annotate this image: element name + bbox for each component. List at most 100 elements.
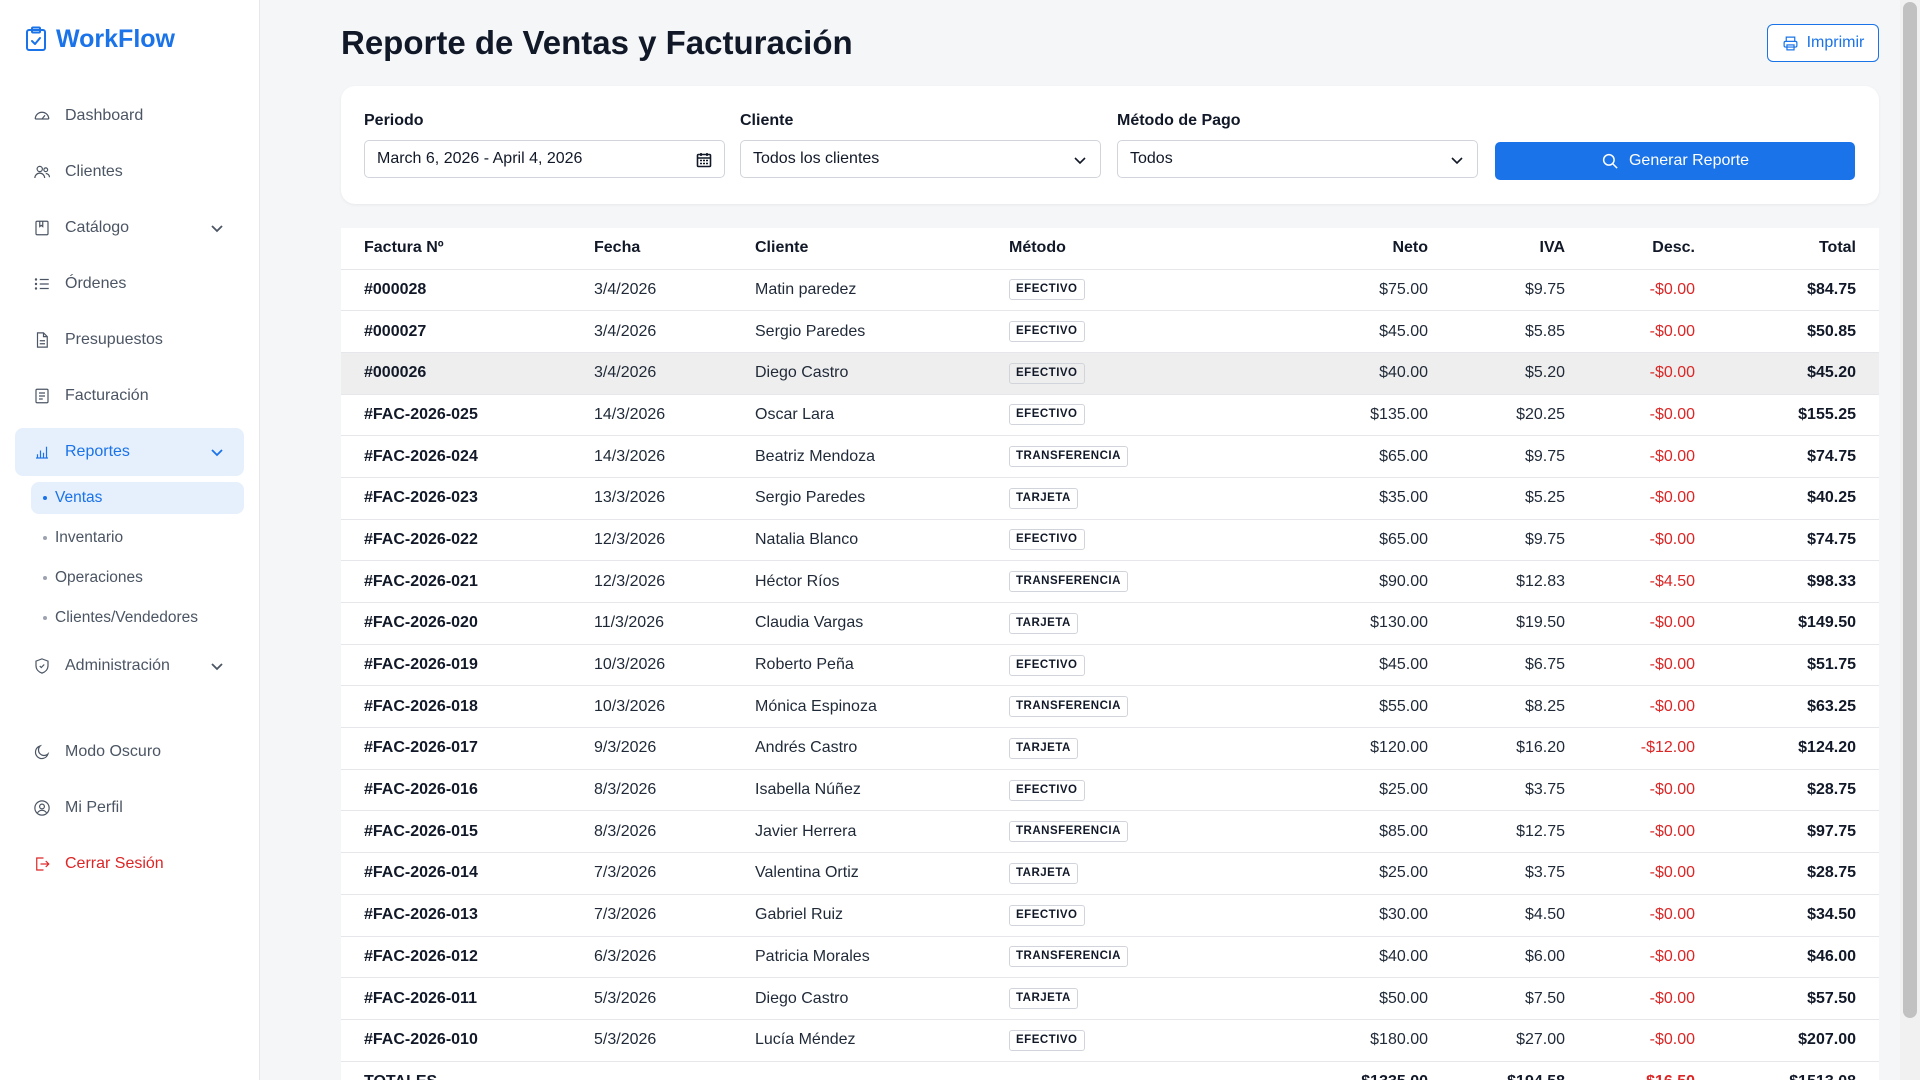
discount-amount: -$0.00 bbox=[1565, 894, 1695, 937]
client-select[interactable]: Todos los clientes bbox=[740, 140, 1101, 178]
payment-method-badge: TRANSFERENCIA bbox=[1009, 446, 1128, 468]
invoice-date: 7/3/2026 bbox=[594, 894, 755, 937]
calendar-icon[interactable] bbox=[696, 152, 712, 168]
total-amount: $57.50 bbox=[1695, 977, 1879, 1020]
table-row[interactable]: #FAC-2026-013 7/3/2026 Gabriel Ruiz EFECTIV… bbox=[341, 894, 1879, 937]
column-header-client[interactable]: Cliente bbox=[755, 228, 1009, 270]
brand-logo[interactable]: WorkFlow bbox=[24, 24, 175, 54]
column-header-method[interactable]: Método bbox=[1009, 228, 1227, 270]
sidebar-item-label: Órdenes bbox=[65, 275, 127, 292]
sidebar-item-clientes[interactable]: Clientes bbox=[15, 148, 244, 196]
net-amount: $85.00 bbox=[1227, 810, 1428, 854]
column-header-invoice[interactable]: Factura Nº bbox=[341, 228, 594, 270]
table-row[interactable]: #FAC-2026-023 13/3/2026 Sergio Paredes TARJ… bbox=[341, 477, 1879, 520]
table-row[interactable]: #FAC-2026-018 10/3/2026 Mónica Espinoza TRA… bbox=[341, 685, 1879, 729]
column-header-date[interactable]: Fecha bbox=[594, 228, 755, 270]
invoice-client: Matin paredez bbox=[755, 269, 1009, 312]
total-amount: $149.50 bbox=[1695, 602, 1879, 645]
total-amount: $40.25 bbox=[1695, 477, 1879, 520]
vat-amount: $6.00 bbox=[1428, 936, 1565, 979]
scrollbar-thumb[interactable] bbox=[1903, 2, 1917, 1018]
user-circle-icon bbox=[33, 799, 51, 817]
generate-report-button[interactable]: Generar Reporte bbox=[1495, 142, 1855, 180]
print-button-label: Imprimir bbox=[1806, 34, 1865, 51]
invoice-date: 3/4/2026 bbox=[594, 352, 755, 395]
payment-method-badge: TARJETA bbox=[1009, 737, 1078, 759]
invoice-number: #FAC-2026-013 bbox=[341, 894, 594, 937]
table-row[interactable]: #FAC-2026-011 5/3/2026 Diego Castro TARJETA… bbox=[341, 977, 1879, 1020]
table-row[interactable]: #FAC-2026-021 12/3/2026 Héctor Ríos TRANSFE… bbox=[341, 560, 1879, 603]
sidebar-item-presupuestos[interactable]: Presupuestos bbox=[15, 316, 244, 364]
total-amount: $63.25 bbox=[1695, 685, 1879, 729]
table-row[interactable]: #FAC-2026-016 8/3/2026 Isabella Núñez EFECT… bbox=[341, 769, 1879, 812]
discount-amount: -$0.00 bbox=[1565, 602, 1695, 645]
column-header-discount[interactable]: Desc. bbox=[1565, 228, 1695, 270]
page-scrollbar[interactable] bbox=[1900, 0, 1920, 1080]
print-button[interactable]: Imprimir bbox=[1767, 24, 1879, 62]
table-row[interactable]: #FAC-2026-014 7/3/2026 Valentina Ortiz TARJ… bbox=[341, 852, 1879, 895]
net-amount: $50.00 bbox=[1227, 977, 1428, 1020]
table-row[interactable]: #FAC-2026-020 11/3/2026 Claudia Vargas TARJ… bbox=[341, 602, 1879, 645]
table-row[interactable]: #FAC-2026-019 10/3/2026 Roberto Peña EFECTI… bbox=[341, 644, 1879, 687]
subnav-item-clientes-vendedores[interactable]: Clientes/Vendedores bbox=[31, 602, 244, 634]
invoice-date: 14/3/2026 bbox=[594, 394, 755, 437]
table-row[interactable]: #FAC-2026-010 5/3/2026 Lucía Méndez EFECTIV… bbox=[341, 1019, 1879, 1062]
table-row[interactable]: #000028 3/4/2026 Matin paredez EFECTIVO $75.… bbox=[341, 269, 1879, 312]
column-header-total[interactable]: Total bbox=[1695, 228, 1879, 270]
period-label: Periodo bbox=[364, 112, 424, 129]
sidebar-item-catalogo[interactable]: Catálogo bbox=[15, 204, 244, 252]
sidebar-item-ordenes[interactable]: Órdenes bbox=[15, 260, 244, 308]
payment-method-badge: EFECTIVO bbox=[1009, 904, 1085, 926]
invoice-date: 8/3/2026 bbox=[594, 769, 755, 812]
sidebar-item-facturacion[interactable]: Facturación bbox=[15, 372, 244, 420]
table-row[interactable]: #FAC-2026-022 12/3/2026 Natalia Blanco EFEC… bbox=[341, 519, 1879, 562]
invoice-number: #FAC-2026-022 bbox=[341, 519, 594, 562]
subnav-item-operaciones[interactable]: Operaciones bbox=[31, 562, 244, 594]
table-row[interactable]: #FAC-2026-017 9/3/2026 Andrés Castro TARJET… bbox=[341, 727, 1879, 770]
payment-method-select[interactable]: Todos bbox=[1117, 140, 1478, 178]
invoice-number: #FAC-2026-019 bbox=[341, 644, 594, 687]
sidebar-item-reportes[interactable]: Reportes bbox=[15, 428, 244, 476]
period-date-range-input[interactable]: March 6, 2026 - April 4, 2026 bbox=[364, 140, 725, 178]
payment-method-badge: EFECTIVO bbox=[1009, 404, 1085, 426]
sidebar-item-dashboard[interactable]: Dashboard bbox=[15, 92, 244, 140]
sidebar-item-logout[interactable]: Cerrar Sesión bbox=[15, 840, 244, 888]
table-row[interactable]: #000026 3/4/2026 Diego Castro EFECTIVO $40.0… bbox=[341, 352, 1879, 395]
table-row[interactable]: #FAC-2026-025 14/3/2026 Oscar Lara EFECTIVO… bbox=[341, 394, 1879, 437]
sidebar-item-dark-mode[interactable]: Modo Oscuro bbox=[15, 728, 244, 776]
discount-amount: -$0.00 bbox=[1565, 435, 1695, 478]
column-header-net[interactable]: Neto bbox=[1227, 228, 1428, 270]
sidebar-bottom-nav: Modo Oscuro Mi Perfil Cerrar Sesión bbox=[15, 728, 244, 896]
table-row[interactable]: #000027 3/4/2026 Sergio Paredes EFECTIVO $45… bbox=[341, 310, 1879, 353]
net-amount: $135.00 bbox=[1227, 394, 1428, 437]
sidebar-item-label: Administración bbox=[65, 657, 170, 674]
search-icon bbox=[1602, 153, 1618, 169]
discount-amount: -$0.00 bbox=[1565, 644, 1695, 687]
net-amount: $65.00 bbox=[1227, 435, 1428, 478]
column-header-vat[interactable]: IVA bbox=[1428, 228, 1565, 270]
total-amount: $155.25 bbox=[1695, 394, 1879, 437]
table-row[interactable]: #FAC-2026-024 14/3/2026 Beatriz Mendoza TRA… bbox=[341, 435, 1879, 478]
net-amount: $55.00 bbox=[1227, 685, 1428, 729]
sidebar-item-label: Catálogo bbox=[65, 219, 130, 236]
document-icon bbox=[33, 331, 51, 349]
invoice-number: #000026 bbox=[341, 352, 594, 395]
sidebar-item-label: Modo Oscuro bbox=[65, 743, 162, 760]
clipboard-check-icon bbox=[26, 26, 46, 51]
invoice-icon bbox=[33, 387, 51, 405]
totals-label: TOTALES bbox=[341, 1061, 594, 1080]
subnav-item-ventas[interactable]: Ventas bbox=[31, 482, 244, 514]
dashboard-icon bbox=[33, 107, 51, 125]
table-row[interactable]: #FAC-2026-015 8/3/2026 Javier Herrera TRANS… bbox=[341, 810, 1879, 854]
sidebar-item-profile[interactable]: Mi Perfil bbox=[15, 784, 244, 832]
invoice-date: 6/3/2026 bbox=[594, 936, 755, 979]
invoice-date: 14/3/2026 bbox=[594, 435, 755, 478]
invoice-number: #FAC-2026-018 bbox=[341, 685, 594, 729]
sidebar-item-label: Facturación bbox=[65, 387, 149, 404]
subnav-item-inventario[interactable]: Inventario bbox=[31, 522, 244, 554]
total-amount: $45.20 bbox=[1695, 352, 1879, 395]
sidebar-item-administracion[interactable]: Administración bbox=[15, 642, 244, 690]
discount-amount: -$0.00 bbox=[1565, 269, 1695, 312]
table-row[interactable]: #FAC-2026-012 6/3/2026 Patricia Morales TRA… bbox=[341, 936, 1879, 979]
payment-method-cell: EFECTIVO bbox=[1009, 769, 1227, 812]
